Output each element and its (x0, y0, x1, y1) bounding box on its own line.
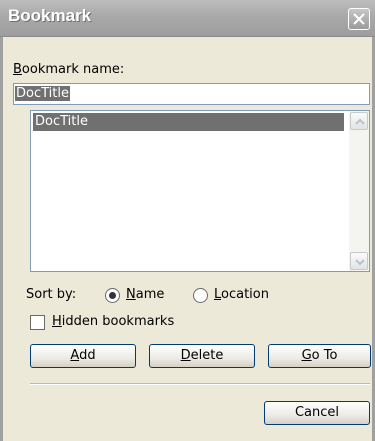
chevron-down-icon (355, 259, 365, 266)
bookmark-name-value: DocTitle (15, 86, 70, 101)
hidden-bookmarks-checkbox[interactable] (30, 315, 45, 330)
scroll-down-button[interactable] (350, 252, 368, 270)
close-icon (353, 13, 365, 25)
chevron-up-icon (355, 118, 365, 125)
bookmark-name-input[interactable]: DocTitle (13, 83, 370, 105)
sort-by-label: Sort by: (26, 287, 77, 302)
list-scrollbar[interactable] (349, 111, 369, 271)
bookmark-name-label: Bookmark name: (13, 62, 125, 77)
go-to-button[interactable]: Go To (268, 344, 371, 368)
add-button[interactable]: Add (30, 344, 136, 368)
cancel-button[interactable]: Cancel (264, 401, 370, 425)
sort-name-radio[interactable] (105, 288, 120, 303)
delete-button[interactable]: Delete (149, 344, 255, 368)
bookmark-dialog: Bookmark Bookmark name: DocTitle DocTitl… (0, 0, 375, 441)
list-item[interactable]: DocTitle (33, 113, 344, 131)
divider (30, 383, 370, 385)
title-bar[interactable]: Bookmark (0, 0, 375, 37)
window-frame-left (0, 37, 3, 441)
sort-location-radio[interactable] (193, 288, 208, 303)
sort-location-label[interactable]: Location (214, 287, 269, 302)
close-button[interactable] (348, 8, 370, 30)
scroll-up-button[interactable] (350, 112, 368, 130)
window-title: Bookmark (8, 6, 92, 25)
sort-name-label[interactable]: Name (126, 287, 164, 302)
radio-selected-icon (109, 292, 116, 299)
hidden-bookmarks-label[interactable]: Hidden bookmarks (52, 314, 174, 329)
bookmark-list[interactable]: DocTitle (30, 110, 370, 272)
